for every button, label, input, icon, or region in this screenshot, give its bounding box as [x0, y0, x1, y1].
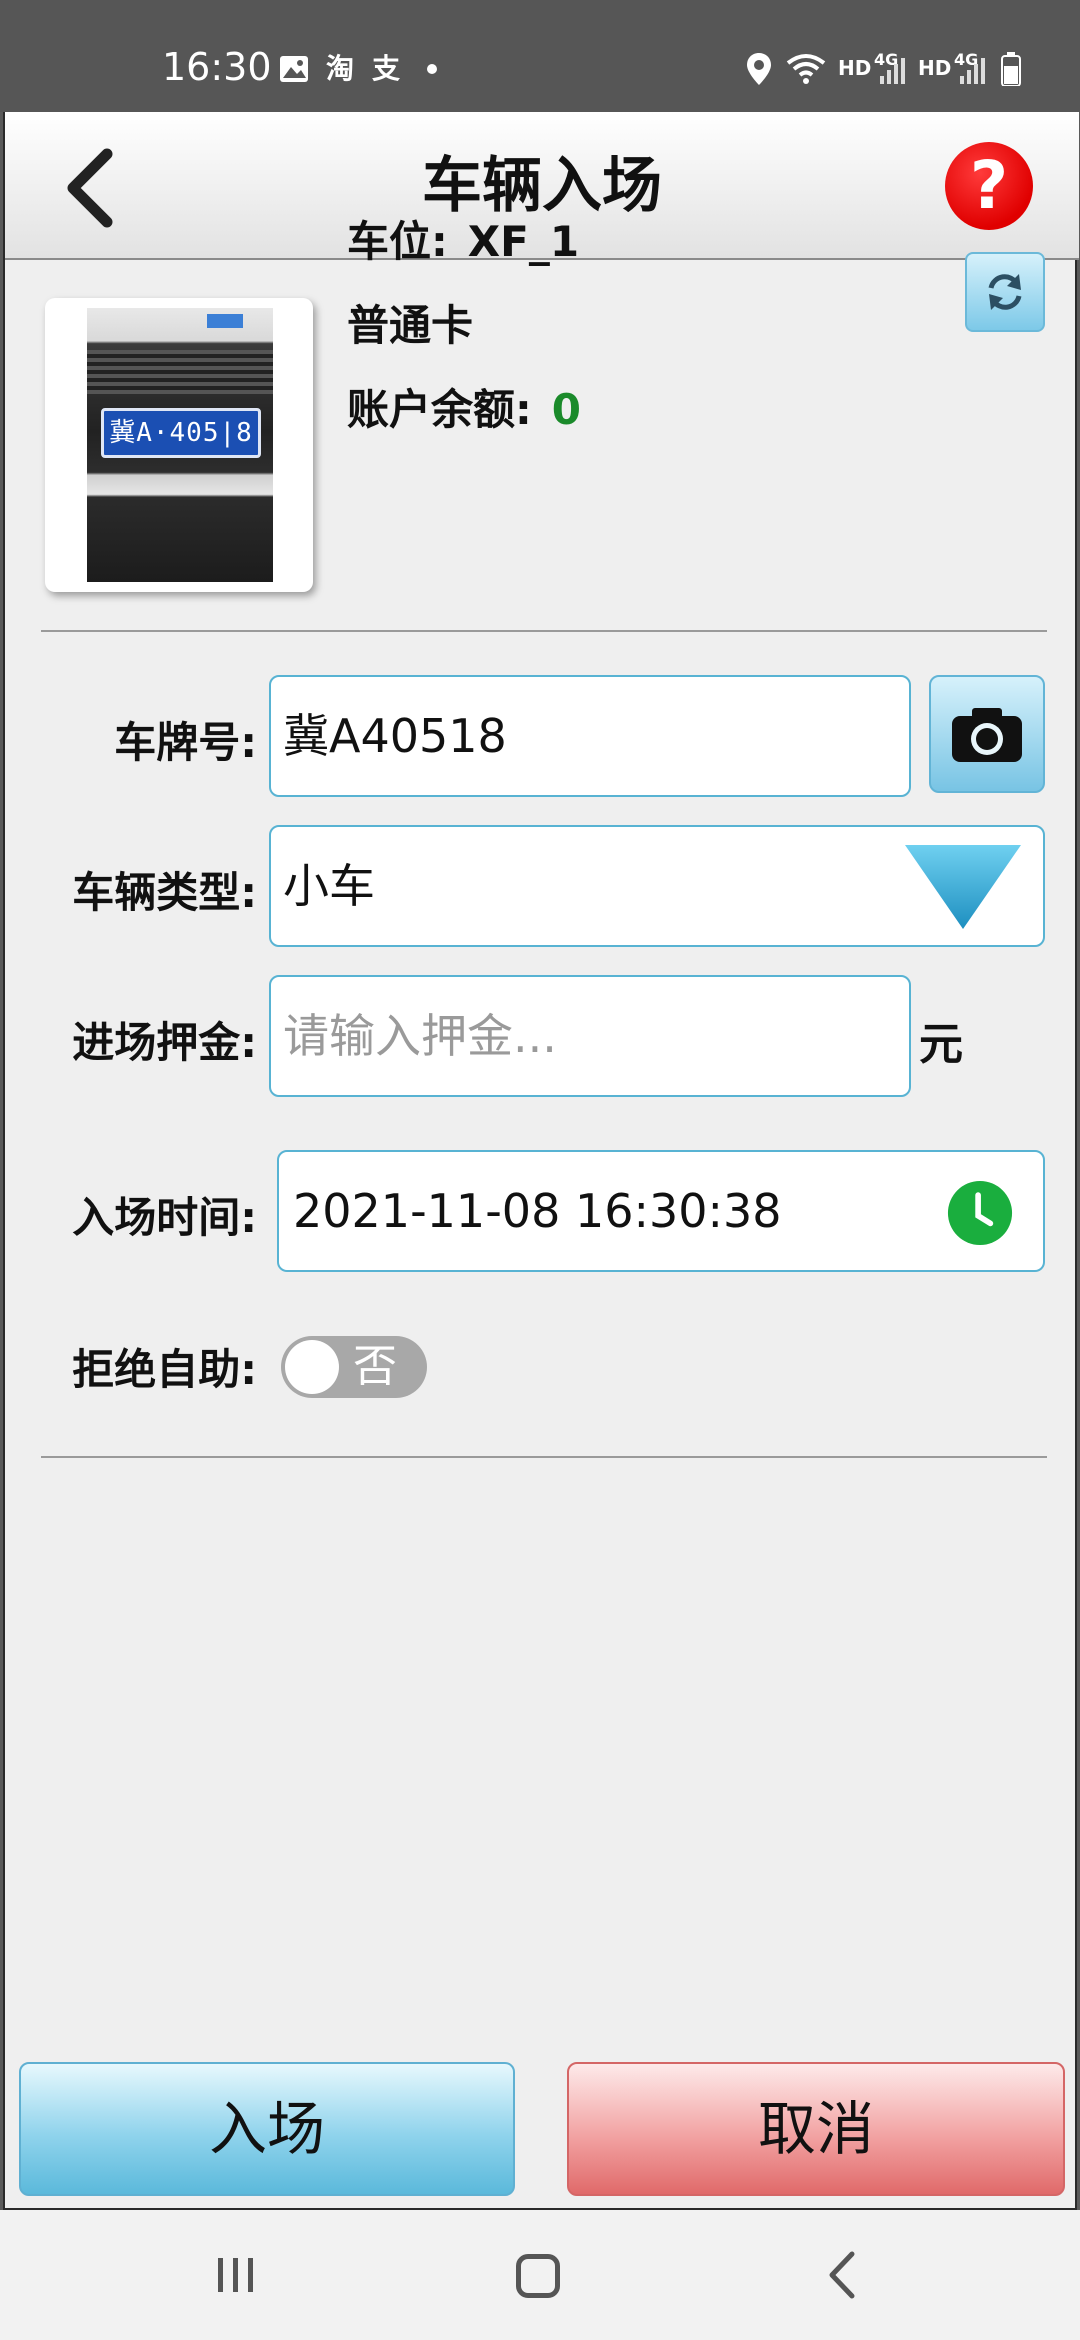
card-type: 普通卡 [347, 301, 474, 350]
clock-icon[interactable] [947, 1180, 1013, 1246]
balance-line: 账户余额: 0 [347, 376, 581, 437]
wifi-icon [786, 52, 826, 86]
hd-label-2: HD [918, 56, 952, 80]
plate-input[interactable]: 冀A40518 [269, 675, 911, 797]
hd-label-1: HD [838, 56, 872, 80]
camera-icon [952, 708, 1022, 762]
battery-icon [1000, 52, 1022, 86]
refresh-icon [988, 274, 1022, 310]
system-back-button[interactable] [822, 2250, 862, 2300]
system-nav-bar [0, 2210, 1080, 2340]
camera-button[interactable] [929, 675, 1045, 793]
plate-label: 车牌号: [114, 718, 257, 767]
entry-time-value: 2021-11-08 16:30:38 [293, 1184, 782, 1238]
entry-time-label: 入场时间: [72, 1193, 257, 1242]
entry-time-input[interactable]: 2021-11-08 16:30:38 [277, 1150, 1045, 1272]
refuse-self-service-label: 拒绝自助: [72, 1345, 257, 1394]
balance-value: 0 [551, 385, 582, 434]
toggle-knob [285, 1340, 339, 1394]
gallery-icon [276, 52, 312, 86]
status-bar: 16:30 淘 支 HD 4G HD 4G [0, 0, 1080, 112]
hd-4g-signal-icon [876, 52, 910, 86]
deposit-unit: 元 [919, 1019, 963, 1070]
divider-bottom [41, 1456, 1047, 1458]
parking-space-label: 车位: [347, 217, 448, 266]
recent-apps-button[interactable] [216, 2256, 256, 2294]
photo-detail [207, 314, 243, 328]
deposit-label: 进场押金: [72, 1018, 257, 1067]
refresh-button[interactable] [965, 252, 1045, 332]
recent-apps-icon [218, 2258, 253, 2292]
help-button[interactable]: ? [945, 142, 1033, 230]
photo-plate-text: 冀A·405|8 [101, 408, 261, 458]
alipay-icon: 支 [371, 52, 400, 85]
balance-label: 账户余额: [347, 385, 532, 434]
plate-photo[interactable]: 冀A·405|8 [45, 298, 313, 592]
deposit-input[interactable]: 请输入押金... [269, 975, 911, 1097]
divider-top [41, 630, 1047, 632]
taobao-icon: 淘 [325, 52, 354, 85]
cancel-button[interactable]: 取消 [567, 2062, 1065, 2196]
enter-button[interactable]: 入场 [19, 2062, 515, 2196]
status-time: 16:30 [162, 45, 272, 89]
hd-4g-signal-icon [956, 52, 990, 86]
refuse-self-service-toggle[interactable]: 否 [281, 1336, 427, 1398]
photo-grille [87, 350, 273, 394]
back-button[interactable] [57, 148, 137, 228]
dropdown-arrow-icon [905, 845, 1021, 929]
help-icon: ? [969, 147, 1009, 224]
back-arrow-icon [829, 2251, 855, 2299]
plate-photo-image: 冀A·405|8 [87, 308, 273, 582]
vehicle-type-select[interactable]: 小车 [269, 825, 1045, 947]
vehicle-type-value: 小车 [283, 859, 375, 913]
toggle-state: 否 [353, 1341, 397, 1392]
chevron-left-icon [67, 148, 113, 228]
home-button[interactable] [516, 2254, 560, 2298]
vehicle-entry-screen: 车辆入场 ? 冀A·405|8 车位: XF_1 普通卡 账户余额: 0 车牌号: … [3, 112, 1079, 2210]
parking-space-line: 车位: XF_1 [347, 208, 579, 269]
parking-space-value: XF_1 [467, 217, 580, 266]
dot-icon [424, 52, 440, 86]
vehicle-type-label: 车辆类型: [72, 868, 257, 917]
location-icon [744, 52, 774, 86]
